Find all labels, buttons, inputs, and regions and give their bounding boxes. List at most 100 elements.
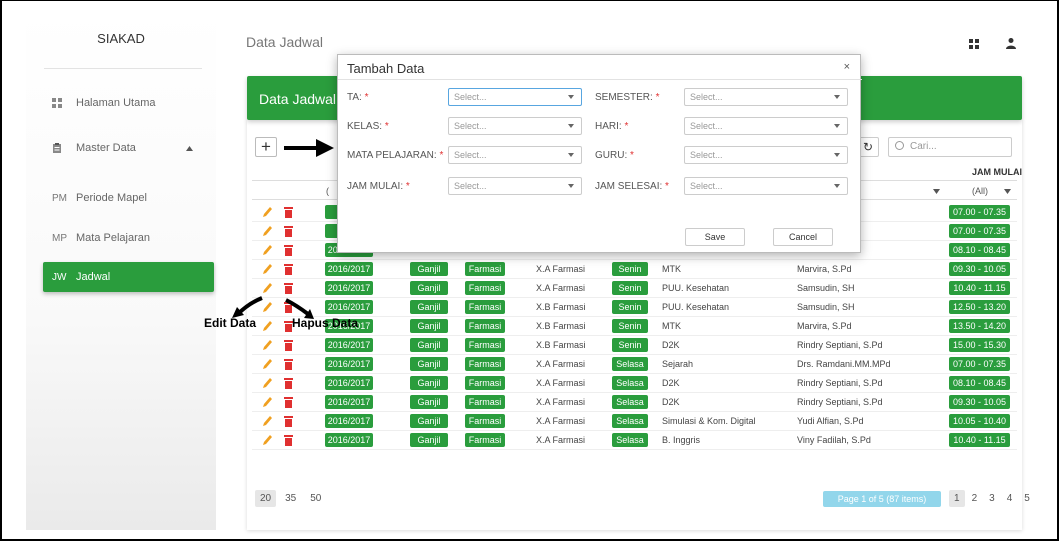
cell-jurusan: Farmasi [465,376,505,390]
delete-icon[interactable] [283,358,294,370]
delete-icon[interactable] [283,206,294,218]
caret-down-icon [834,184,840,188]
cancel-button[interactable]: Cancel [773,228,833,246]
pager-info: Page 1 of 5 (87 items) [823,491,941,507]
delete-icon[interactable] [283,396,294,408]
cell-kelas: X.A Farmasi [536,283,586,293]
cell-jam-mulai: 07.00 - 07.35 [949,205,1010,219]
cell-ta: 2016/2017 [325,338,373,352]
cell-ta: 2016/2017 [325,281,373,295]
jam-selesai-select[interactable]: Select... [684,177,848,195]
cell-mata-pelajaran: MTK [662,264,681,274]
cell-mata-pelajaran: B. Inggris [662,435,701,445]
cell-jurusan: Farmasi [465,338,505,352]
edit-icon[interactable] [262,434,273,446]
cell-jam-mulai: 08.10 - 08.45 [949,376,1010,390]
chevron-down-icon[interactable] [933,189,940,194]
cell-ta: 2016/2017 [325,395,373,409]
sidebar-item-jadwal[interactable]: JW Jadwal [43,262,214,292]
filter-cell[interactable]: ( [326,184,329,198]
sidebar-item-periode-mapel[interactable]: PM Periode Mapel [52,192,147,204]
edit-icon[interactable] [262,206,273,218]
table-row: 2016/2017 Ganjil Farmasi X.A Farmasi Selasa S… [252,412,1017,431]
sidebar-item-halaman-utama[interactable]: Halaman Utama [52,97,155,109]
mata-pelajaran-select[interactable]: Select... [448,146,582,164]
chevron-down-icon[interactable] [1004,189,1011,194]
caret-down-icon [834,95,840,99]
delete-icon[interactable] [283,225,294,237]
delete-icon[interactable] [283,434,294,446]
edit-icon[interactable] [262,282,273,294]
sidebar-item-master-data[interactable]: Master Data [52,142,202,154]
table-row: 2016/2017 Ganjil Farmasi X.A Farmasi Selasa B… [252,431,1017,450]
field-label-jam-selesai: JAM SELESAI: * [595,181,669,192]
ta-select[interactable]: Select... [448,88,582,106]
cell-hari: Senin [612,262,648,276]
filter-jam-mulai[interactable]: (All) [972,184,988,198]
hari-select[interactable]: Select... [684,117,848,135]
page-title: Data Jadwal [246,34,324,50]
edit-icon[interactable] [262,244,273,256]
delete-icon[interactable] [283,244,294,256]
edit-icon[interactable] [262,263,273,275]
page-size-option[interactable]: 35 [280,490,301,507]
user-icon[interactable] [1005,37,1017,49]
close-icon[interactable]: × [844,61,850,73]
edit-icon[interactable] [262,339,273,351]
cell-guru: Viny Fadilah, S.Pd [797,435,871,445]
delete-icon[interactable] [283,282,294,294]
edit-icon[interactable] [262,396,273,408]
caret-down-icon [834,124,840,128]
table-row: 2016/2017 Ganjil Farmasi X.A Farmasi Selasa D… [252,374,1017,393]
annotation-arrow-icon [284,139,334,157]
delete-icon[interactable] [283,377,294,389]
edit-icon[interactable] [262,377,273,389]
pagination: 1 2 3 4 5 [949,490,1035,507]
cell-semester: Ganjil [410,338,448,352]
edit-icon[interactable] [262,320,273,332]
apps-grid-icon[interactable] [969,39,979,49]
delete-icon[interactable] [283,339,294,351]
page-number[interactable]: 5 [1019,490,1035,507]
page-number[interactable]: 1 [949,490,965,507]
cell-ta: 2016/2017 [325,300,373,314]
page-size-option[interactable]: 50 [305,490,326,507]
cell-mata-pelajaran: Sejarah [662,359,694,369]
cell-ta: 2016/2017 [325,376,373,390]
cell-jam-mulai: 13.50 - 14.20 [949,319,1010,333]
kelas-select[interactable]: Select... [448,117,582,135]
sidebar-item-label: Mata Pelajaran [76,232,150,244]
delete-icon[interactable] [283,415,294,427]
cell-guru: Rindry Septiani, S.Pd [797,397,883,407]
delete-icon[interactable] [283,263,294,275]
save-button[interactable]: Save [685,228,745,246]
guru-select[interactable]: Select... [684,146,848,164]
sidebar-item-mata-pelajaran[interactable]: MP Mata Pelajaran [52,232,150,244]
add-button[interactable]: + [255,137,277,157]
cell-hari: Selasa [612,357,648,371]
caret-down-icon [568,153,574,157]
cell-semester: Ganjil [410,414,448,428]
search-input[interactable]: Cari... [888,137,1012,157]
table-row: 2016/2017 Ganjil Farmasi X.B Farmasi Senin MT… [252,317,1017,336]
page-number[interactable]: 4 [1002,490,1018,507]
sidebar-item-label: Jadwal [76,271,111,283]
cell-hari: Senin [612,300,648,314]
jam-mulai-select[interactable]: Select... [448,177,582,195]
cell-guru: Marvira, S.Pd [797,321,852,331]
table-row: 2016/2017 Ganjil Farmasi X.B Farmasi Senin D2… [252,336,1017,355]
page-size-option[interactable]: 20 [255,490,277,507]
search-placeholder: Cari... [910,141,937,152]
cell-guru: Rindry Septiani, S.Pd [797,378,883,388]
cell-jam-mulai: 10.05 - 10.40 [949,414,1010,428]
column-header-jam-mulai[interactable]: JAM MULAI [972,165,1022,179]
cell-jurusan: Farmasi [465,281,505,295]
semester-select[interactable]: Select... [684,88,848,106]
page-number[interactable]: 2 [967,490,983,507]
dialog-title: Tambah Data [347,61,425,76]
edit-icon[interactable] [262,358,273,370]
page-number[interactable]: 3 [984,490,1000,507]
edit-icon[interactable] [262,415,273,427]
edit-icon[interactable] [262,225,273,237]
annotation-hapus-label: Hapus Data [292,316,359,330]
